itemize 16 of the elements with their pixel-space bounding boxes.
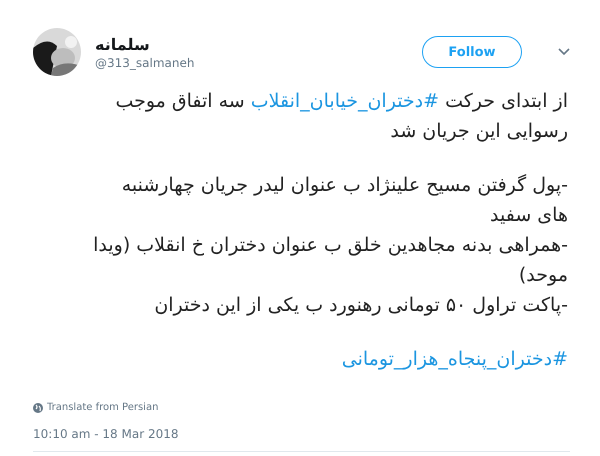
chevron-down-icon[interactable] — [558, 48, 570, 56]
tweet-text-line: -پاکت تراول ۵۰ تومانی رهنورد ب یکی از این دختران — [153, 293, 568, 318]
tweet-text-line: -پول گرفتن مسیح علینژاد ب عنوان لیدر جریان چهارشنبه — [120, 173, 568, 198]
globe-icon — [33, 402, 43, 412]
tweet-text-line: رسوایی این جریان شد — [389, 119, 568, 144]
hashtag-link[interactable]: #دختران_پنجاه_هزار_تومانی — [342, 348, 568, 370]
tweet-text-line: از ابتدای حرکت #دختران_خیابان_انقلاب سه اتفاق موجب — [114, 89, 568, 114]
tweet-text-line: های سفید — [489, 203, 568, 228]
follow-button[interactable]: Follow — [422, 36, 522, 68]
user-handle[interactable]: @313_salmaneh — [95, 56, 408, 70]
translate-link[interactable]: Translate from Persian — [47, 402, 158, 413]
tweet-text-line: -همراهی بدنه مجاهدین خلق ب عنوان دختران خ انقلاب (ویدا — [92, 233, 568, 258]
tweet-text-line: موحد) — [518, 263, 568, 288]
timestamp: 10:10 am - 18 Mar 2018 — [33, 427, 180, 441]
display-name[interactable]: سلمانه — [95, 34, 408, 54]
hashtag-link[interactable]: #دختران_خیابان_انقلاب — [250, 90, 440, 112]
